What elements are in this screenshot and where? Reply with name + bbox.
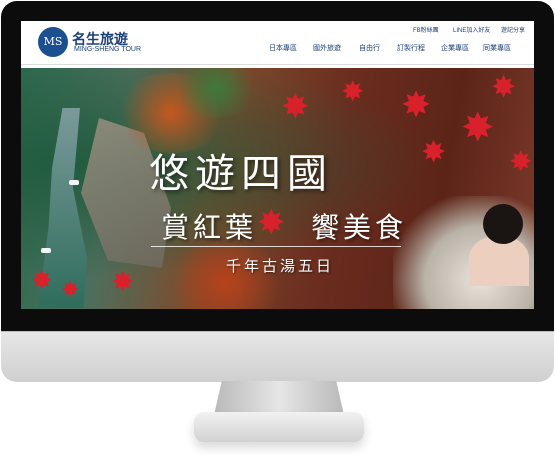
banner-tagline: 千年古湯五日 [226, 257, 335, 275]
monitor-stand-neck [214, 381, 344, 415]
nav-item-custom[interactable]: 訂製行程 [397, 43, 425, 53]
banner-boat [41, 248, 51, 253]
monitor-screen: MS 名生旅遊 MING-SHENG TOUR FB粉絲團 LINE加入好友 遊… [21, 21, 534, 309]
site-logo[interactable]: MS 名生旅遊 MING-SHENG TOUR [38, 27, 148, 59]
nav-item-agency[interactable]: 同業專區 [483, 43, 511, 53]
logo-mark-icon: MS [38, 27, 68, 57]
util-link-fb[interactable]: FB粉絲團 [413, 25, 439, 34]
monitor-stand-base [194, 412, 364, 442]
nav-item-overseas[interactable]: 國外旅遊 [313, 43, 341, 53]
monitor-chin [1, 331, 554, 382]
header-divider [21, 64, 534, 65]
util-link-line[interactable]: LINE加入好友 [453, 25, 490, 34]
nav-item-free-travel[interactable]: 自由行 [359, 43, 380, 53]
banner-subtitle-left: 賞紅葉 [161, 211, 258, 244]
banner-boat [69, 180, 79, 185]
maple-leaf-icon: ✸ [257, 203, 286, 243]
banner-divider [151, 246, 401, 247]
site-header: MS 名生旅遊 MING-SHENG TOUR FB粉絲團 LINE加入好友 遊… [21, 21, 534, 64]
maple-leaf-icon: ✸ [31, 266, 53, 296]
nav-item-corporate[interactable]: 企業專區 [441, 43, 469, 53]
maple-leaf-icon: ✸ [61, 278, 80, 303]
logo-subtitle: MING-SHENG TOUR [74, 46, 142, 53]
maple-leaf-icon: ✸ [341, 75, 365, 108]
hero-banner[interactable]: ✸ ✸ ✸ ✸ ✸ ✸ ✸ ✸ ✸ ✸ ✸ 悠遊四國 賞紅葉 饗美食 千年古湯五… [21, 68, 534, 309]
nav-item-japan[interactable]: 日本專區 [269, 43, 297, 53]
maple-leaf-icon: ✸ [509, 145, 533, 178]
banner-title: 悠遊四國 [149, 151, 333, 197]
maple-leaf-icon: ✸ [491, 70, 517, 105]
maple-leaf-icon: ✸ [281, 87, 310, 127]
banner-foliage [161, 243, 291, 309]
banner-bather-head [483, 204, 523, 244]
maple-leaf-icon: ✸ [401, 85, 432, 126]
maple-leaf-icon: ✸ [421, 135, 447, 170]
banner-subtitle-right: 饗美食 [311, 211, 408, 244]
util-link-travelogue[interactable]: 遊記分享 [501, 25, 525, 34]
maple-leaf-icon: ✸ [461, 105, 495, 151]
maple-leaf-icon: ✸ [111, 265, 135, 298]
